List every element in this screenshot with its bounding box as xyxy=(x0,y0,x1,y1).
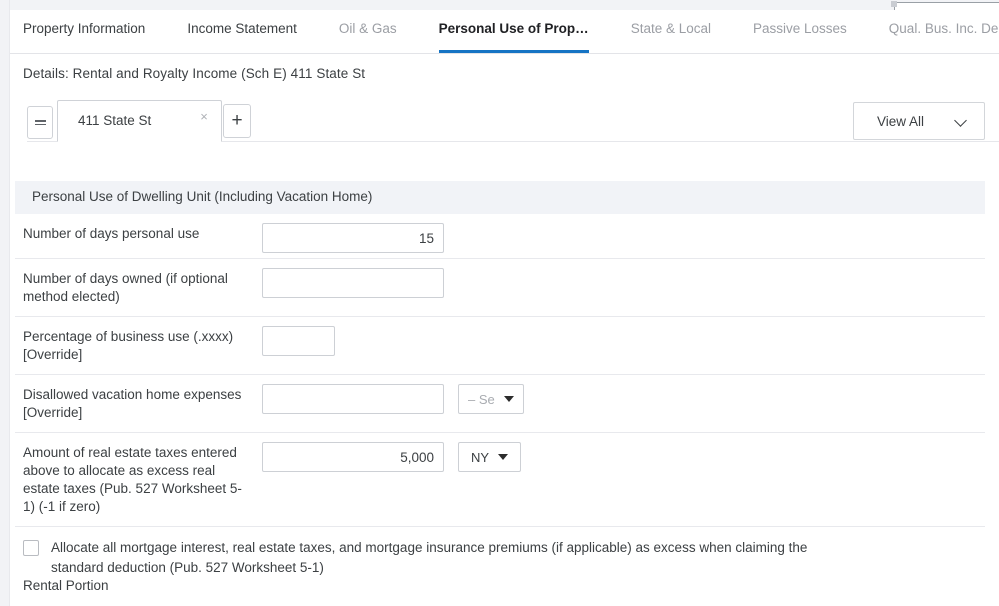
field-label: Number of days owned (if optional method… xyxy=(23,271,228,304)
tab-label: Income Statement xyxy=(187,21,297,36)
form-row-allocate-as-excess-checkbox: Allocate all mortgage interest, real est… xyxy=(15,527,985,588)
hamburger-icon xyxy=(34,118,46,127)
close-icon[interactable]: × xyxy=(197,110,211,124)
days-personal-use-input[interactable] xyxy=(262,223,444,253)
allocate-as-excess-checkbox[interactable] xyxy=(23,540,39,556)
tab-label: Passive Losses xyxy=(753,21,847,36)
disallowed-vacation-home-expenses-input[interactable] xyxy=(262,384,444,414)
rental-portion-section-title: Rental Portion xyxy=(23,578,109,593)
chevron-down-icon xyxy=(956,115,968,127)
add-entity-button[interactable]: + xyxy=(223,104,251,138)
form-row-days-owned: Number of days owned (if optional method… xyxy=(15,259,985,317)
field-controls: – Se xyxy=(262,375,985,414)
form-row-disallowed-vacation-home-expenses: Disallowed vacation home expenses [Overr… xyxy=(15,375,985,433)
tab-bar: Property Information Income Statement Oi… xyxy=(10,10,999,54)
top-strip xyxy=(0,0,999,10)
application-window: Property Information Income Statement Oi… xyxy=(0,0,999,606)
tab-income-statement[interactable]: Income Statement xyxy=(187,10,297,53)
field-label: Disallowed vacation home expenses [Overr… xyxy=(23,387,242,420)
tab-personal-use-of-property[interactable]: Personal Use of Prop… xyxy=(438,10,589,53)
section-header: Personal Use of Dwelling Unit (Including… xyxy=(15,181,985,214)
days-owned-input[interactable] xyxy=(262,268,444,298)
tab-label: Oil & Gas xyxy=(338,21,397,36)
tab-label: Personal Use of Prop… xyxy=(438,21,589,36)
form-row-real-estate-taxes-allocation: Amount of real estate taxes entered abov… xyxy=(15,433,985,527)
field-label: Number of days personal use xyxy=(23,226,200,241)
left-gutter xyxy=(0,0,10,606)
field-controls xyxy=(262,317,985,356)
entity-toolbar: 411 State St × + View All xyxy=(10,100,999,148)
allocate-as-excess-label: Allocate all mortgage interest, real est… xyxy=(51,540,808,575)
tab-qualified-business-income-deduction[interactable]: Qual. Bus. Inc. Dedu… xyxy=(889,10,999,53)
form-row-days-personal-use: Number of days personal use xyxy=(15,214,985,259)
tab-property-information[interactable]: Property Information xyxy=(23,10,145,53)
select-value: – Se xyxy=(468,391,495,407)
real-estate-taxes-state-select[interactable]: NY xyxy=(458,442,521,472)
caret-down-icon xyxy=(498,454,509,460)
tab-label: Qual. Bus. Inc. Dedu… xyxy=(888,21,999,36)
field-controls xyxy=(262,259,985,298)
tab-oil-and-gas[interactable]: Oil & Gas xyxy=(339,10,397,53)
form-row-percentage-business-use: Percentage of business use (.xxxx) [Over… xyxy=(15,317,985,375)
entity-tab-411-state-st[interactable]: 411 State St × xyxy=(57,100,222,142)
view-all-label: View All xyxy=(877,113,925,129)
tab-state-and-local[interactable]: State & Local xyxy=(631,10,711,53)
field-label: Percentage of business use (.xxxx) [Over… xyxy=(23,329,234,362)
percentage-business-use-input[interactable] xyxy=(262,326,335,356)
field-controls xyxy=(262,214,985,253)
form-body: Number of days personal use Number of da… xyxy=(15,214,985,588)
details-title: Details: Rental and Royalty Income (Sch … xyxy=(23,66,366,81)
field-controls: NY xyxy=(262,433,985,472)
entity-list-button[interactable] xyxy=(27,106,53,139)
real-estate-taxes-allocation-input[interactable] xyxy=(262,442,444,472)
field-label: Amount of real estate taxes entered abov… xyxy=(23,445,242,514)
select-value: NY xyxy=(470,449,490,465)
tab-label: State & Local xyxy=(630,21,711,36)
disallowed-vacation-home-expenses-select[interactable]: – Se xyxy=(458,384,524,414)
tab-label: Property Information xyxy=(23,21,146,36)
view-all-dropdown[interactable]: View All xyxy=(853,102,985,140)
section-title: Personal Use of Dwelling Unit (Including… xyxy=(32,189,373,204)
checkbox-row: Allocate all mortgage interest, real est… xyxy=(15,527,869,588)
entity-tab-label: 411 State St xyxy=(78,113,152,128)
tab-list: Property Information Income Statement Oi… xyxy=(10,10,999,53)
caret-down-icon xyxy=(503,396,514,402)
tab-passive-losses[interactable]: Passive Losses xyxy=(753,10,847,53)
